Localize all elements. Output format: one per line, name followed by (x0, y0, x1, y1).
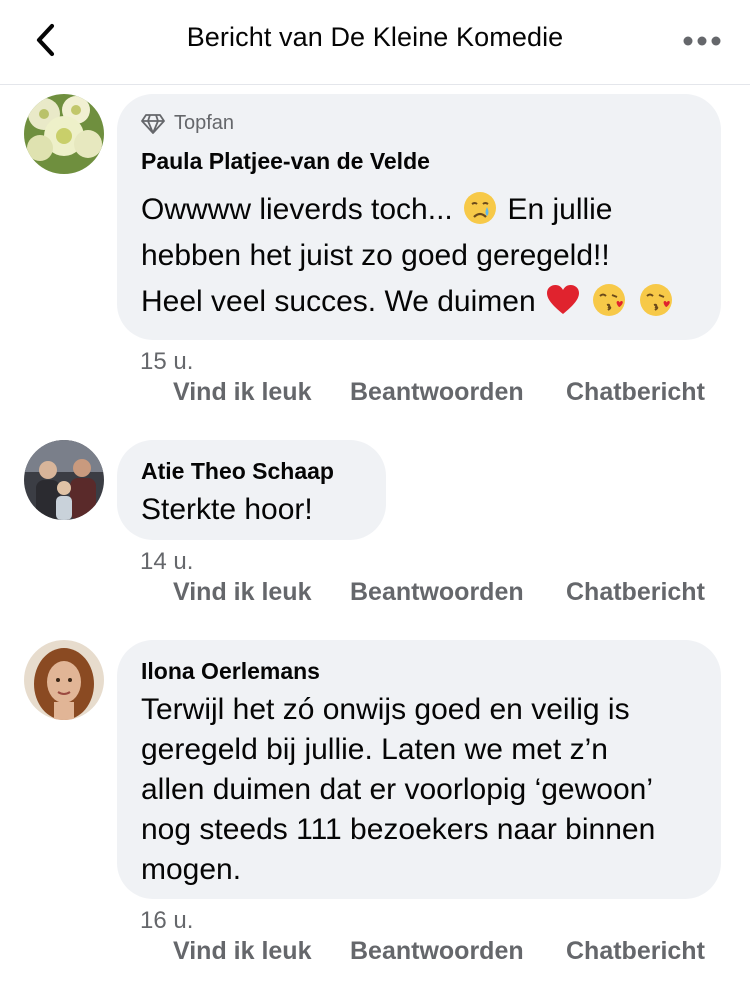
comment-bubble[interactable]: Ilona Oerlemans Terwijl het zó onwijs go… (117, 640, 721, 899)
comment-author[interactable]: Paula Platjee-van de Velde (141, 148, 430, 175)
comment-timestamp[interactable]: 16 u. (140, 907, 193, 935)
page-title: Bericht van De Kleine Komedie (186, 22, 564, 52)
face-blowing-kiss-emoji (593, 284, 626, 316)
avatar-portrait-image (24, 640, 104, 720)
avatar[interactable] (24, 440, 104, 520)
comment-text-line: Owwww lieverds toch... En jullie (141, 190, 701, 236)
message-button[interactable]: Chatbericht (566, 578, 705, 607)
reply-button[interactable]: Beantwoorden (350, 937, 524, 966)
like-button[interactable]: Vind ik leuk (173, 937, 311, 966)
avatar[interactable] (24, 94, 104, 174)
avatar-flowers-image (24, 94, 104, 174)
comment-timestamp[interactable]: 15 u. (140, 348, 193, 376)
comment-timestamp[interactable]: 14 u. (140, 548, 193, 576)
comment-author[interactable]: Atie Theo Schaap (141, 458, 334, 485)
comment-text: Terwijl het zó onwijs goed en veilig is … (141, 693, 656, 886)
reply-button[interactable]: Beantwoorden (350, 378, 524, 407)
comment-text-line: hebben het juist zo goed geregeld!! (141, 239, 610, 272)
more-dots-icon (683, 36, 721, 46)
avatar[interactable] (24, 640, 104, 720)
comment-text-line: Heel veel succes. We duimen (141, 282, 701, 328)
avatar-group-photo-image (24, 440, 104, 520)
badge-label: Topfan (174, 112, 235, 134)
diamond-icon (141, 113, 165, 134)
comment-text: Sterkte hoor! (141, 493, 313, 526)
comment-text: Owwww lieverds toch... En jullie hebben … (141, 190, 701, 328)
top-bar: Bericht van De Kleine Komedie (0, 0, 750, 85)
comment-bubble[interactable]: Topfan Paula Platjee-van de Velde Owwww … (117, 94, 721, 340)
more-options-button[interactable] (682, 34, 722, 48)
face-blowing-kiss-emoji (639, 284, 672, 316)
topfan-badge: Topfan (141, 112, 234, 135)
crying-face-emoji (464, 192, 497, 224)
text-segment: En jullie (507, 193, 613, 226)
text-segment: Owwww lieverds toch... (141, 193, 453, 226)
comment-author[interactable]: Ilona Oerlemans (141, 658, 320, 685)
message-button[interactable]: Chatbericht (566, 937, 705, 966)
comment-bubble[interactable]: Atie Theo Schaap Sterkte hoor! (117, 440, 386, 540)
like-button[interactable]: Vind ik leuk (173, 578, 311, 607)
reply-button[interactable]: Beantwoorden (350, 578, 524, 607)
like-button[interactable]: Vind ik leuk (173, 378, 311, 407)
text-segment: Heel veel succes. We duimen (141, 285, 536, 318)
red-heart-emoji (546, 285, 579, 314)
message-button[interactable]: Chatbericht (566, 378, 705, 407)
